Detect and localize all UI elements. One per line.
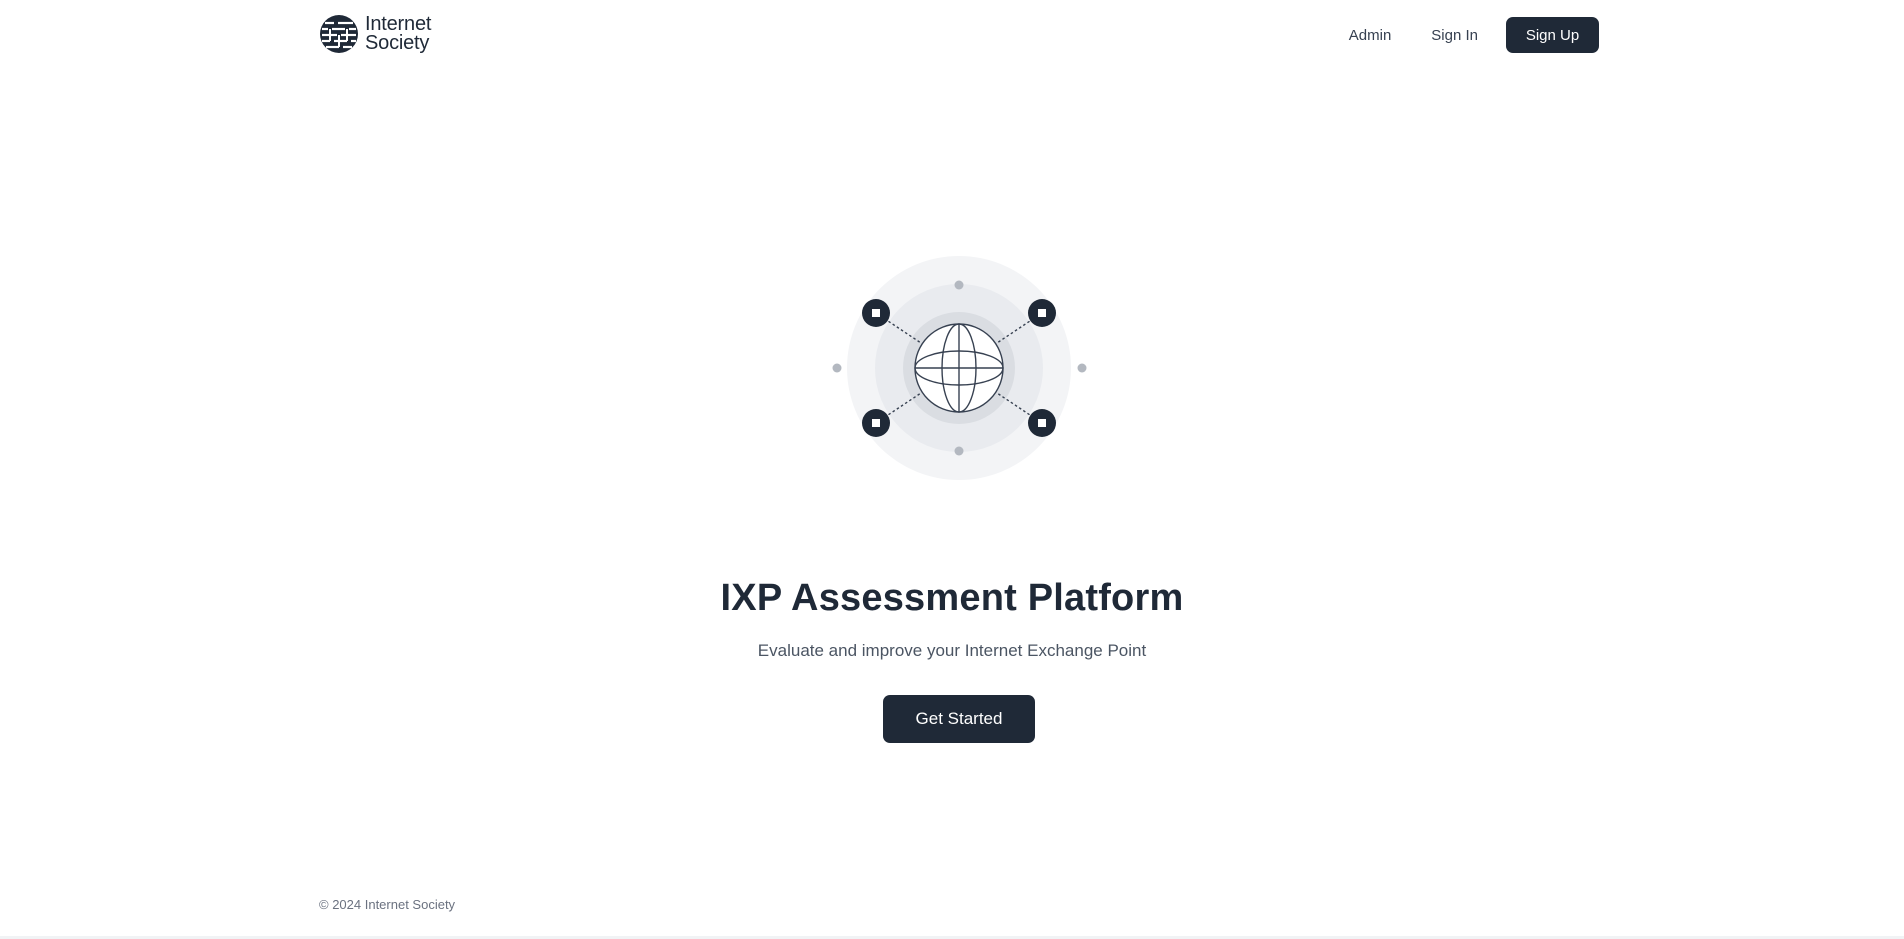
page-title: IXP Assessment Platform (720, 577, 1184, 619)
globe-network-icon (832, 256, 1087, 480)
logo-line-2: Society (365, 32, 430, 54)
admin-link[interactable]: Admin (1349, 18, 1392, 53)
sign-in-link[interactable]: Sign In (1431, 18, 1478, 53)
header-nav: Admin Sign In Sign Up (1349, 17, 1599, 53)
footer-copyright: © 2024 Internet Society (319, 897, 456, 912)
internet-society-logo[interactable]: Internet Society (319, 14, 431, 54)
internet-society-globe-logo-icon (320, 15, 358, 53)
top-nav-bar: Internet Society Admin Sign In Sign Up (0, 0, 1904, 70)
sign-up-button[interactable]: Sign Up (1506, 17, 1599, 53)
get-started-button[interactable]: Get Started (883, 695, 1035, 743)
logo-wordmark: Internet Society (365, 14, 431, 54)
page: Internet Society Admin Sign In Sign Up I… (0, 0, 1904, 939)
globe (914, 323, 1004, 413)
page-subtitle: Evaluate and improve your Internet Excha… (757, 641, 1147, 660)
